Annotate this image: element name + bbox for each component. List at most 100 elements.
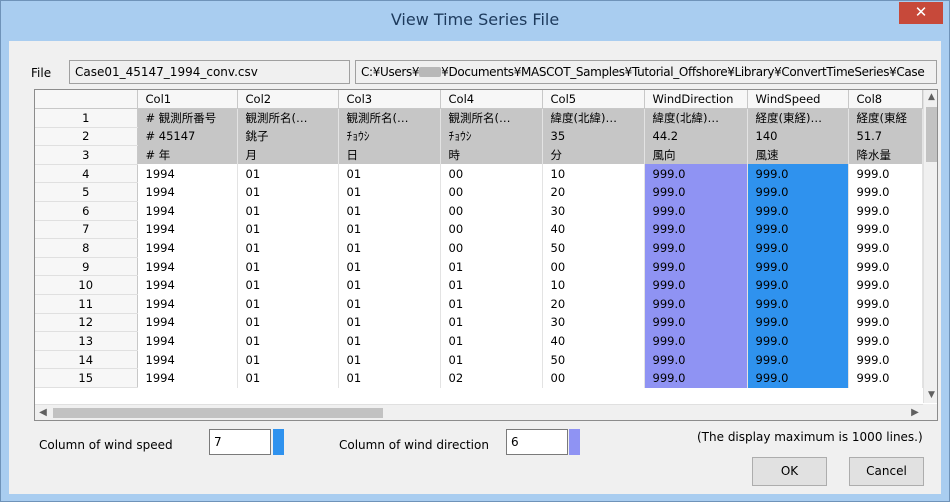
row-number[interactable]: 5 bbox=[35, 182, 138, 203]
table-cell[interactable]: 999.0 bbox=[747, 294, 849, 314]
table-cell[interactable]: 999.0 bbox=[644, 294, 748, 314]
table-cell[interactable]: 時 bbox=[440, 145, 543, 165]
table-cell[interactable]: 00 bbox=[440, 220, 543, 239]
table-cell[interactable]: # 45147 bbox=[137, 127, 238, 146]
table-cell[interactable]: 30 bbox=[542, 201, 645, 221]
row-number[interactable]: 4 bbox=[35, 164, 138, 184]
scroll-down-arrow-icon[interactable]: ▼ bbox=[924, 388, 937, 403]
table-cell[interactable]: 01 bbox=[237, 313, 339, 332]
table-cell[interactable]: 999.0 bbox=[747, 275, 849, 295]
table-cell[interactable]: 999.0 bbox=[848, 368, 923, 388]
scroll-right-arrow-icon[interactable]: ▶ bbox=[907, 405, 923, 420]
table-cell[interactable]: 50 bbox=[542, 238, 645, 258]
table-cell[interactable]: 999.0 bbox=[848, 257, 923, 276]
table-cell[interactable]: 銚子 bbox=[237, 127, 339, 146]
table-row[interactable]: 5 1994 01 01 00 20 999.0 999.0 999.0 bbox=[35, 182, 923, 203]
table-cell[interactable]: 30 bbox=[542, 313, 645, 332]
table-cell[interactable]: 35 bbox=[542, 127, 645, 146]
table-row[interactable]: 8 1994 01 01 00 50 999.0 999.0 999.0 bbox=[35, 238, 923, 258]
table-cell[interactable]: 01 bbox=[338, 294, 441, 314]
table-cell[interactable]: 999.0 bbox=[848, 275, 923, 295]
table-cell[interactable]: 999.0 bbox=[747, 220, 849, 239]
table-cell[interactable]: 01 bbox=[338, 182, 441, 202]
table-cell[interactable]: 999.0 bbox=[747, 182, 849, 202]
table-cell[interactable]: 観測所名(… bbox=[338, 108, 441, 128]
scroll-left-arrow-icon[interactable]: ◀ bbox=[35, 405, 51, 420]
table-row[interactable]: 13 1994 01 01 01 40 999.0 999.0 999.0 bbox=[35, 331, 923, 351]
row-number[interactable]: 8 bbox=[35, 238, 138, 258]
table-cell[interactable]: 1994 bbox=[137, 220, 238, 239]
table-cell[interactable]: ﾁｮｳｼ bbox=[440, 127, 543, 146]
table-row[interactable]: 1 # 観測所番号 観測所名(… 観測所名(… 観測所名(… 緯度(北緯)… 緯度(北緯)…… bbox=[35, 108, 923, 128]
table-cell[interactable]: 999.0 bbox=[848, 331, 923, 351]
column-header[interactable]: Col8 bbox=[848, 90, 923, 110]
table-cell[interactable]: 999.0 bbox=[644, 220, 748, 239]
table-cell[interactable]: 01 bbox=[237, 331, 339, 351]
time-series-grid[interactable]: Col1 Col2 Col3 Col4 Col5 WindDirection WindSpe… bbox=[34, 89, 938, 421]
table-cell[interactable]: 1994 bbox=[137, 368, 238, 388]
table-cell[interactable]: # 年 bbox=[137, 145, 238, 165]
table-cell[interactable]: 1994 bbox=[137, 257, 238, 276]
table-cell[interactable]: 01 bbox=[338, 238, 441, 258]
table-cell[interactable]: 01 bbox=[440, 275, 543, 295]
table-cell[interactable]: 999.0 bbox=[644, 257, 748, 276]
table-cell[interactable]: 分 bbox=[542, 145, 645, 165]
table-cell[interactable]: 1994 bbox=[137, 201, 238, 221]
table-cell[interactable]: 1994 bbox=[137, 164, 238, 183]
table-cell[interactable]: 999.0 bbox=[848, 220, 923, 239]
table-cell[interactable]: 999.0 bbox=[747, 238, 849, 258]
table-cell[interactable]: 999.0 bbox=[644, 331, 748, 351]
table-cell[interactable]: 999.0 bbox=[747, 164, 849, 183]
table-cell[interactable]: 00 bbox=[440, 238, 543, 258]
table-cell[interactable]: 50 bbox=[542, 350, 645, 369]
row-number[interactable]: 13 bbox=[35, 331, 138, 351]
column-header[interactable]: Col1 bbox=[137, 90, 238, 110]
vertical-scroll-thumb[interactable] bbox=[926, 107, 937, 162]
table-row[interactable]: 10 1994 01 01 01 10 999.0 999.0 999.0 bbox=[35, 275, 923, 296]
table-cell[interactable]: 140 bbox=[747, 127, 849, 146]
column-header[interactable]: WindDirection bbox=[644, 90, 748, 110]
table-cell[interactable]: 緯度(北緯)… bbox=[542, 108, 645, 128]
table-cell[interactable]: 01 bbox=[237, 275, 339, 295]
table-cell[interactable]: ﾁｮｳｼ bbox=[338, 127, 441, 146]
row-number[interactable]: 10 bbox=[35, 275, 138, 296]
row-number[interactable]: 6 bbox=[35, 201, 138, 221]
table-cell[interactable]: 01 bbox=[338, 201, 441, 221]
table-cell[interactable]: 1994 bbox=[137, 294, 238, 314]
table-cell[interactable]: 10 bbox=[542, 275, 645, 295]
table-row[interactable]: 9 1994 01 01 01 00 999.0 999.0 999.0 bbox=[35, 257, 923, 277]
table-row[interactable]: 12 1994 01 01 01 30 999.0 999.0 999.0 bbox=[35, 313, 923, 333]
table-row[interactable]: 7 1994 01 01 00 40 999.0 999.0 999.0 bbox=[35, 220, 923, 240]
table-cell[interactable]: 01 bbox=[237, 294, 339, 314]
table-cell[interactable]: 01 bbox=[440, 294, 543, 314]
table-cell[interactable]: 経度(東経)… bbox=[747, 108, 849, 128]
table-cell[interactable]: 01 bbox=[237, 368, 339, 388]
table-cell[interactable]: 01 bbox=[338, 275, 441, 295]
table-cell[interactable]: 01 bbox=[440, 313, 543, 332]
table-cell[interactable]: 999.0 bbox=[644, 182, 748, 202]
table-cell[interactable]: 20 bbox=[542, 182, 645, 202]
wind-direction-column-input[interactable] bbox=[506, 429, 568, 455]
wind-speed-column-input[interactable] bbox=[209, 429, 271, 455]
table-cell[interactable]: 01 bbox=[338, 368, 441, 388]
table-cell[interactable]: 999.0 bbox=[747, 331, 849, 351]
table-row[interactable]: 3 # 年月日時分風向 風速 降水量 bbox=[35, 145, 923, 165]
table-cell[interactable]: 999.0 bbox=[848, 313, 923, 332]
table-cell[interactable]: 44.2 bbox=[644, 127, 748, 146]
table-cell[interactable]: 風速 bbox=[747, 145, 849, 165]
table-cell[interactable]: 01 bbox=[237, 182, 339, 202]
table-cell[interactable]: 1994 bbox=[137, 350, 238, 369]
table-cell[interactable]: # 観測所番号 bbox=[137, 108, 238, 128]
table-cell[interactable]: 01 bbox=[440, 331, 543, 351]
table-cell[interactable]: 999.0 bbox=[747, 257, 849, 276]
table-row[interactable]: 6 1994 01 01 00 30 999.0 999.0 999.0 bbox=[35, 201, 923, 221]
column-header[interactable]: WindSpeed bbox=[747, 90, 849, 110]
table-cell[interactable]: 01 bbox=[338, 220, 441, 239]
close-button[interactable]: ✕ bbox=[899, 2, 943, 24]
scroll-up-arrow-icon[interactable]: ▲ bbox=[924, 90, 937, 105]
table-cell[interactable]: 40 bbox=[542, 331, 645, 351]
column-header[interactable]: Col3 bbox=[338, 90, 441, 110]
table-cell[interactable]: 01 bbox=[440, 350, 543, 369]
row-number[interactable]: 2 bbox=[35, 127, 138, 147]
column-header[interactable]: Col5 bbox=[542, 90, 645, 110]
